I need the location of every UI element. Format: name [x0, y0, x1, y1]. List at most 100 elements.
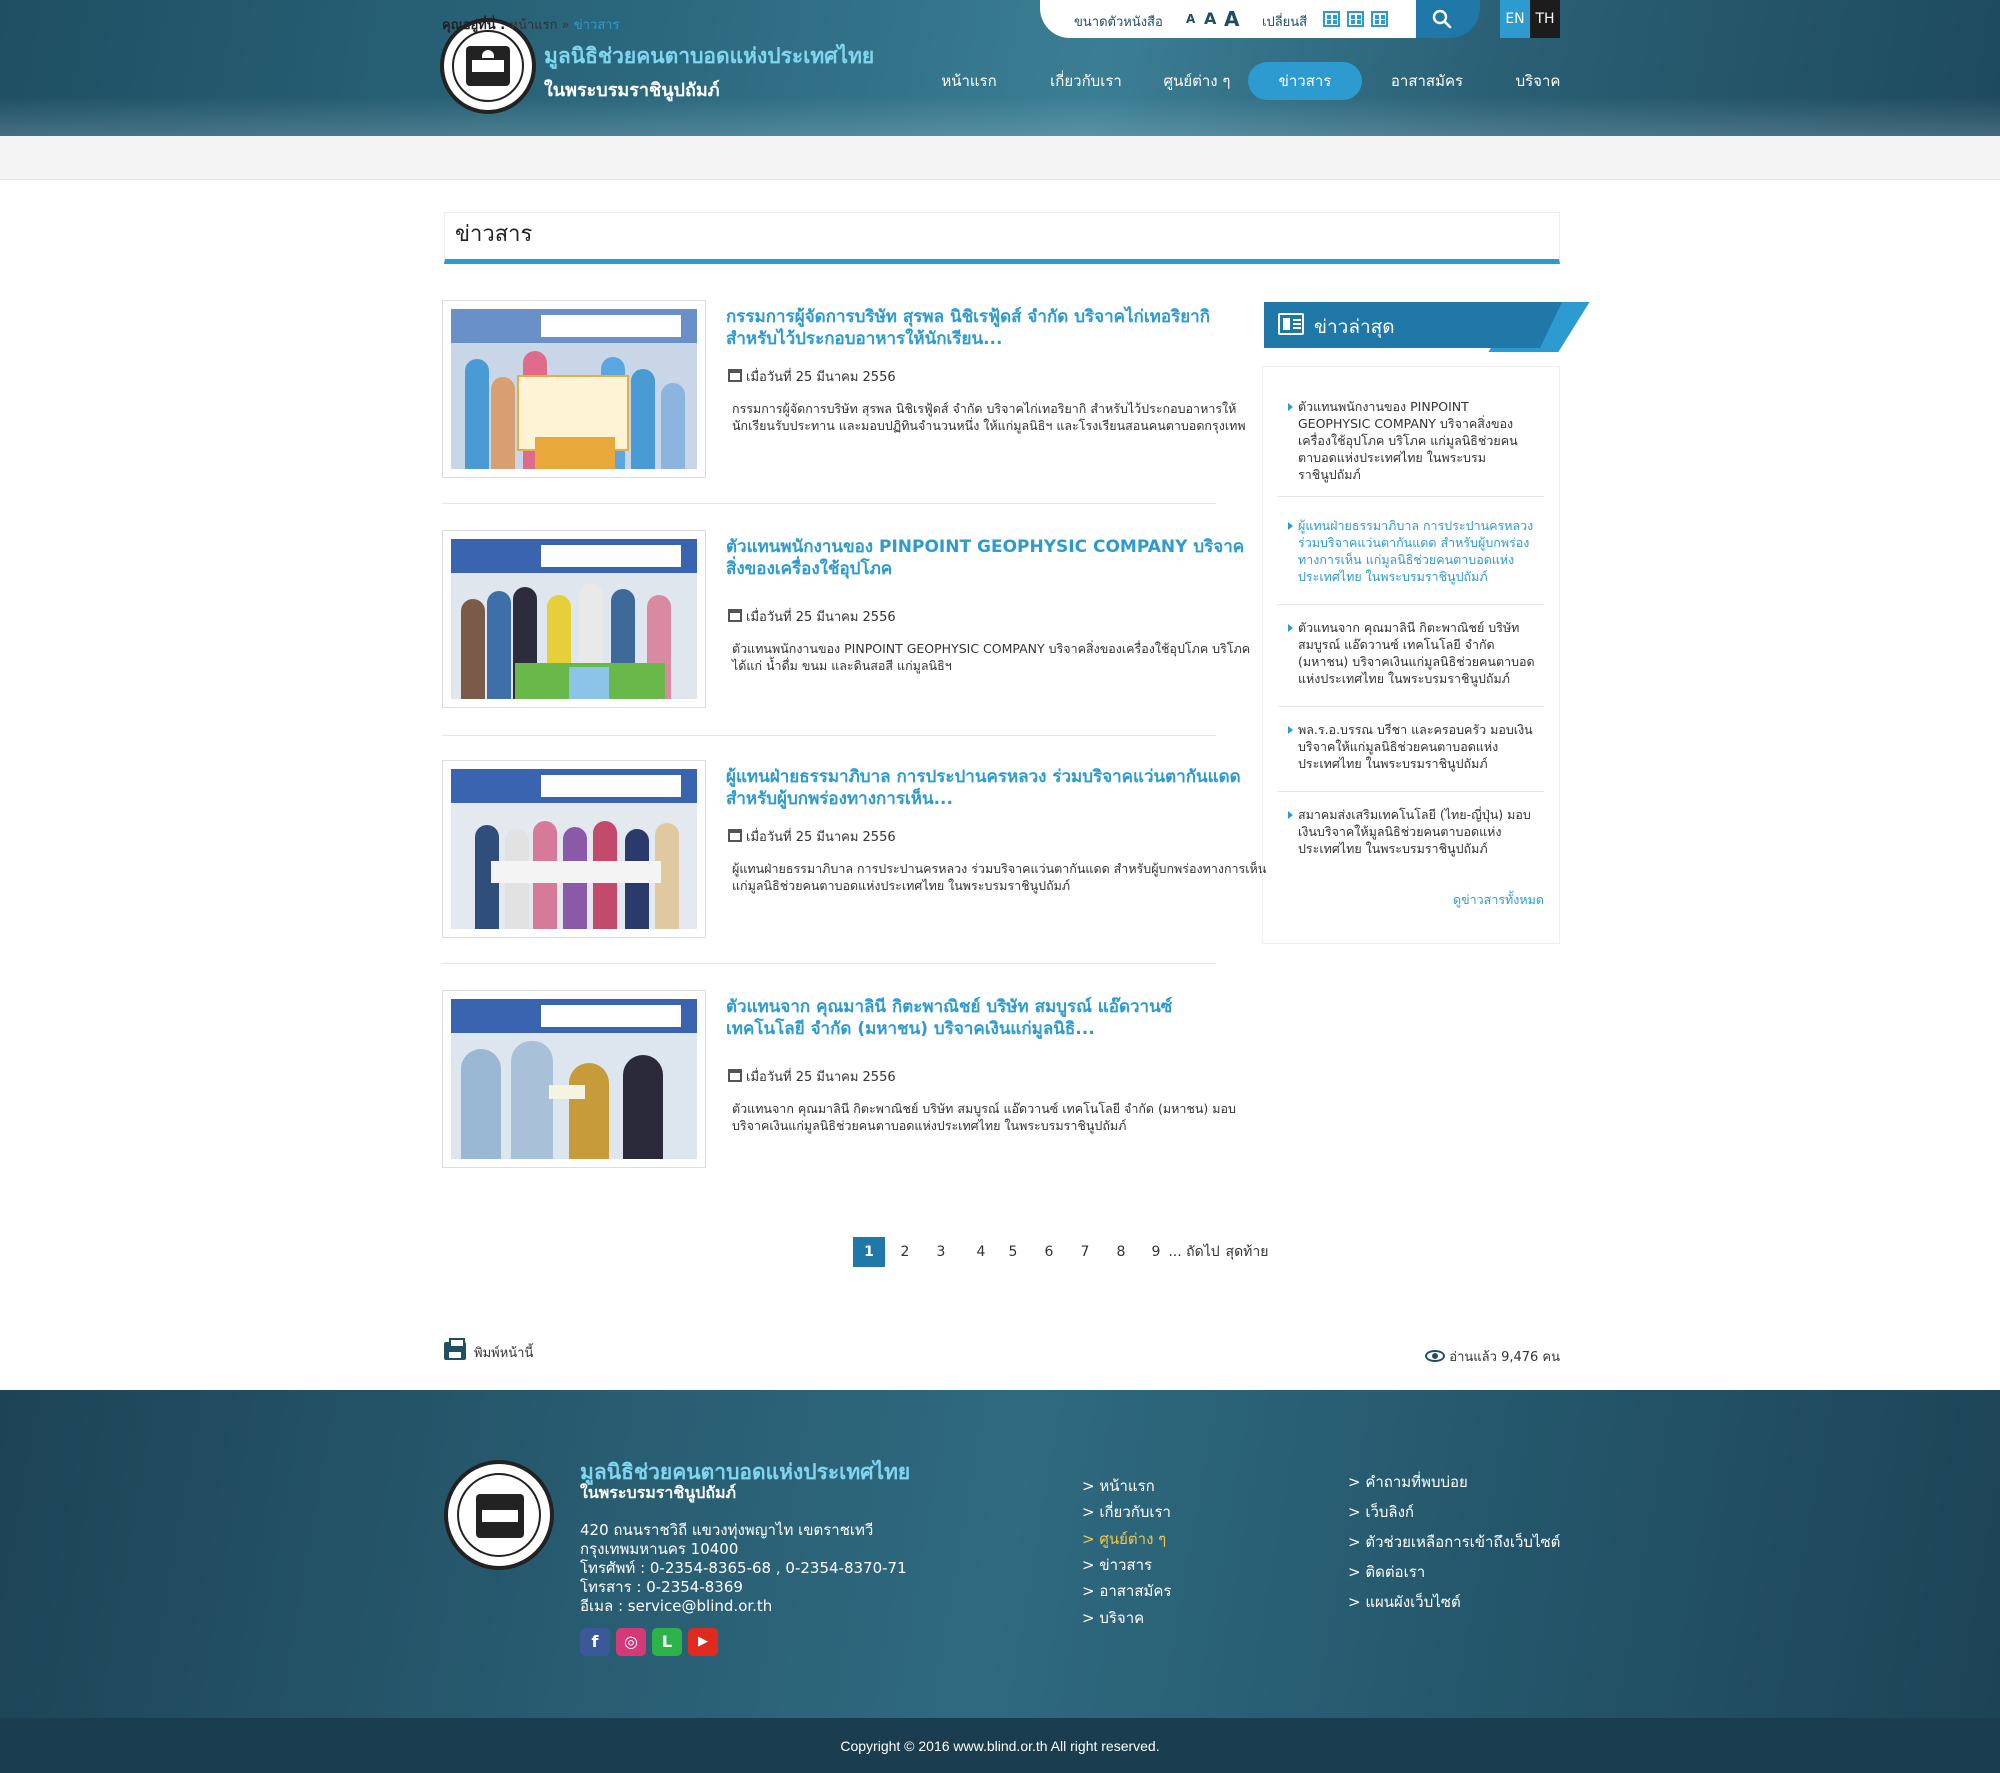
page-9-button[interactable]: 9: [1146, 1237, 1166, 1267]
footer-link-centers[interactable]: > ศูนย์ต่าง ๆ: [1082, 1527, 1166, 1551]
printer-icon: [444, 1338, 466, 1360]
news-title[interactable]: ตัวแทนจาก คุณมาลินี กิตะพาณิชย์ บริษัท ส…: [726, 996, 1246, 1040]
latest-news-title: ข่าวล่าสุด: [1314, 316, 1395, 338]
footer-link-faq[interactable]: > คำถามที่พบบ่อย: [1348, 1470, 1468, 1494]
view-all-news-link[interactable]: ดูข่าวสารทั้งหมด: [1420, 890, 1544, 910]
page-5-button[interactable]: 5: [1001, 1237, 1025, 1267]
footer-email: อีเมล : service@blind.or.th: [580, 1597, 773, 1615]
font-size-medium-button[interactable]: A: [1204, 0, 1216, 38]
page-7-button[interactable]: 7: [1073, 1237, 1097, 1267]
site-title[interactable]: มูลนิธิช่วยคนตาบอดแห่งประเทศไทย ในพระบรม…: [544, 40, 874, 104]
nav-centers[interactable]: ศูนย์ต่าง ๆ: [1150, 62, 1244, 100]
nav-volunteer[interactable]: อาสาสมัคร: [1382, 62, 1472, 100]
footer-link-contact[interactable]: > ติดต่อเรา: [1348, 1560, 1425, 1584]
calendar-icon: [728, 609, 742, 622]
footer-link-home[interactable]: > หน้าแรก: [1082, 1474, 1155, 1498]
nav-donate[interactable]: บริจาค: [1506, 62, 1570, 100]
breadcrumb-current[interactable]: ข่าวสาร: [574, 18, 620, 33]
page-1-button[interactable]: 1: [853, 1237, 885, 1267]
news-date-text: เมื่อวันที่ 25 มีนาคม 2556: [746, 370, 896, 385]
copyright-text: Copyright © 2016 www.blind.or.th All rig…: [840, 1738, 1160, 1754]
news-date-text: เมื่อวันที่ 25 มีนาคม 2556: [746, 610, 896, 625]
next-page-button[interactable]: ... ถัดไป: [1166, 1237, 1222, 1267]
search-icon: [1432, 9, 1452, 29]
page-8-button[interactable]: 8: [1109, 1237, 1133, 1267]
footer-link-volunteer[interactable]: > อาสาสมัคร: [1082, 1579, 1171, 1603]
latest-news-item[interactable]: สมาคมส่งเสริมเทคโนโลยี (ไทย-ญี่ปุ่น) มอบ…: [1286, 806, 1544, 857]
page-title: ข่าวสาร: [444, 212, 1560, 264]
calendar-icon: [728, 369, 742, 382]
nav-news[interactable]: ข่าวสาร: [1248, 62, 1362, 100]
lang-th-button[interactable]: TH: [1530, 0, 1560, 38]
color-theme-3-icon[interactable]: [1371, 11, 1388, 27]
breadcrumb: คุณอยู่ที่นี่ : หน้าแรก » ข่าวสาร: [442, 14, 619, 35]
view-count-text: อ่านแล้ว 9,476 คน: [1449, 1350, 1560, 1365]
news-thumbnail[interactable]: [442, 760, 706, 938]
site-title-line1: มูลนิธิช่วยคนตาบอดแห่งประเทศไทย: [544, 44, 875, 68]
eye-icon: [1425, 1350, 1446, 1362]
print-page-button[interactable]: พิมพ์หน้านี้: [444, 1338, 533, 1363]
news-item: ตัวแทนพนักงานของ PINPOINT GEOPHYSIC COMP…: [442, 530, 1262, 710]
youtube-icon[interactable]: ▶: [688, 1628, 718, 1656]
breadcrumb-label: คุณอยู่ที่นี่ :: [442, 18, 506, 33]
footer-link-sitemap[interactable]: > แผนผังเว็บไซต์: [1348, 1590, 1461, 1614]
latest-news-divider: [1278, 791, 1544, 792]
news-date: เมื่อวันที่ 25 มีนาคม 2556: [728, 826, 1128, 847]
nav-home[interactable]: หน้าแรก: [926, 62, 1012, 100]
last-page-button[interactable]: สุดท้าย: [1222, 1237, 1272, 1267]
news-divider: [442, 735, 1216, 736]
site-title-line2: ในพระบรมราชินูปถัมภ์: [544, 80, 720, 101]
color-theme-2-icon[interactable]: [1347, 11, 1364, 27]
instagram-icon[interactable]: ◎: [616, 1628, 646, 1656]
footer-link-accessibility[interactable]: > ตัวช่วยเหลือการเข้าถึงเว็บไซต์: [1348, 1530, 1560, 1554]
news-description: กรรมการผู้จัดการบริษัท สุรพล นิชิเรฟู้ดส…: [732, 401, 1246, 433]
font-size-large-button[interactable]: A: [1224, 0, 1239, 38]
view-count: อ่านแล้ว 9,476 คน: [1420, 1346, 1560, 1367]
nav-about[interactable]: เกี่ยวกับเรา: [1036, 62, 1136, 100]
calendar-icon: [728, 829, 742, 842]
facebook-icon[interactable]: f: [580, 1628, 610, 1656]
lang-en-button[interactable]: EN: [1500, 0, 1530, 38]
news-date: เมื่อวันที่ 25 มีนาคม 2556: [728, 1066, 1128, 1087]
news-title[interactable]: ตัวแทนพนักงานของ PINPOINT GEOPHYSIC COMP…: [726, 536, 1246, 580]
news-divider: [442, 963, 1216, 964]
footer-link-weblinks[interactable]: > เว็บลิงก์: [1348, 1500, 1414, 1524]
news-title[interactable]: กรรมการผู้จัดการบริษัท สุรพล นิชิเรฟู้ดส…: [726, 306, 1246, 350]
latest-news-item[interactable]: ผู้แทนฝ่ายธรรมาภิบาล การประปานครหลวง ร่ว…: [1286, 517, 1544, 585]
page-2-button[interactable]: 2: [893, 1237, 917, 1267]
accessibility-toolbar: ขนาดตัวหนังสือ A A A เปลี่ยนสี: [1040, 0, 1416, 38]
news-thumbnail[interactable]: [442, 990, 706, 1168]
font-size-small-button[interactable]: A: [1186, 0, 1195, 38]
page-3-button[interactable]: 3: [929, 1237, 953, 1267]
breadcrumb-separator: »: [561, 18, 570, 33]
latest-news-divider: [1278, 604, 1544, 605]
newspaper-icon: [1278, 313, 1304, 335]
news-description: ตัวแทนพนักงานของ PINPOINT GEOPHYSIC COMP…: [732, 641, 1251, 673]
site-footer: [0, 1390, 2000, 1718]
footer-link-about[interactable]: > เกี่ยวกับเรา: [1082, 1500, 1171, 1524]
footer-link-news[interactable]: > ข่าวสาร: [1082, 1553, 1152, 1577]
color-switch-label: เปลี่ยนสี: [1262, 15, 1308, 30]
news-description: ตัวแทนจาก คุณมาลินี กิตะพาณิชย์ บริษัท ส…: [732, 1101, 1236, 1133]
latest-news-item[interactable]: ตัวแทนพนักงานของ PINPOINT GEOPHYSIC COMP…: [1286, 398, 1544, 483]
latest-news-item[interactable]: ตัวแทนจาก คุณมาลินี กิตะพาณิชย์ บริษัท ส…: [1286, 619, 1544, 687]
news-thumbnail[interactable]: [442, 300, 706, 478]
breadcrumb-home[interactable]: หน้าแรก: [510, 18, 558, 33]
breadcrumb-bar: [0, 136, 2000, 180]
news-date: เมื่อวันที่ 25 มีนาคม 2556: [728, 606, 1128, 627]
line-icon[interactable]: L: [652, 1628, 682, 1656]
color-theme-1-icon[interactable]: [1323, 11, 1340, 27]
news-title[interactable]: ผู้แทนฝ่ายธรรมาภิบาล การประปานครหลวง ร่ว…: [726, 766, 1246, 810]
footer-logo: [444, 1460, 554, 1570]
latest-news-divider: [1278, 706, 1544, 707]
footer-title-line2: ในพระบรมราชินูปถัมภ์: [580, 1483, 737, 1502]
news-thumbnail[interactable]: [442, 530, 706, 708]
news-divider: [442, 503, 1216, 504]
latest-news-header: ข่าวล่าสุด: [1264, 302, 1590, 352]
news-description: ผู้แทนฝ่ายธรรมาภิบาล การประปานครหลวง ร่ว…: [732, 861, 1267, 893]
footer-link-donate[interactable]: > บริจาค: [1082, 1606, 1144, 1630]
page-6-button[interactable]: 6: [1037, 1237, 1061, 1267]
latest-news-item[interactable]: พล.ร.อ.บรรณ บรีชา และครอบครัว มอบเงินบริ…: [1286, 721, 1544, 772]
news-date: เมื่อวันที่ 25 มีนาคม 2556: [728, 366, 1128, 387]
page-4-button[interactable]: 4: [969, 1237, 993, 1267]
